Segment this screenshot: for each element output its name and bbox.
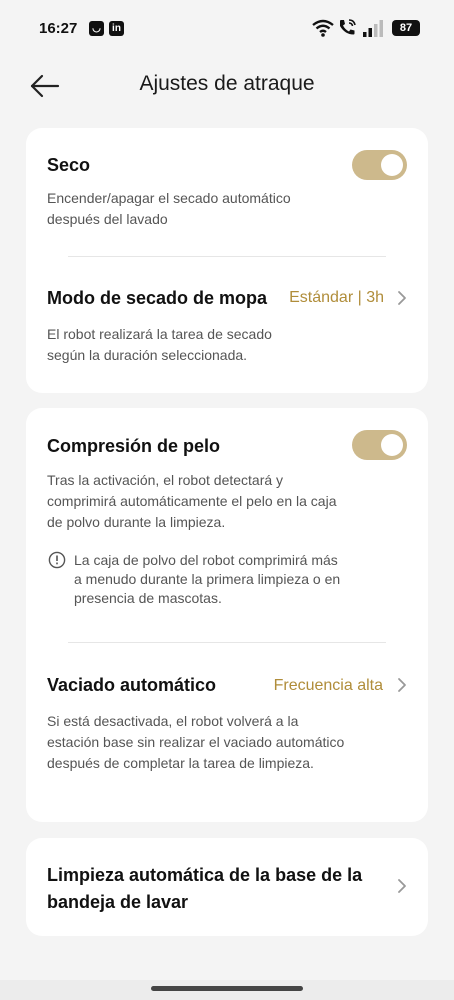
- hair-compression-note: La caja de polvo del robot comprimirá má…: [74, 552, 341, 606]
- battery-indicator: 87: [392, 20, 420, 36]
- mop-dry-mode-title: Modo de secado de mopa: [47, 288, 268, 308]
- wifi-icon: [312, 19, 334, 37]
- auto-empty-title: Vaciado automático: [47, 675, 217, 695]
- dry-description: Encender/apagar el secado automático des…: [47, 190, 291, 227]
- hair-compression-toggle[interactable]: [352, 430, 407, 460]
- dry-title: Seco: [47, 155, 91, 175]
- signal-icon: [363, 20, 383, 37]
- divider: [68, 642, 386, 643]
- card-auto-clean-tray[interactable]: Limpieza automática de la base de la ban…: [26, 838, 428, 936]
- chevron-right-icon: [398, 291, 406, 305]
- dry-toggle[interactable]: [352, 150, 407, 180]
- page-title: Ajustes de atraque: [139, 72, 315, 95]
- card-hair-and-emptying: Compresión de pelo Tras la activación, e…: [26, 408, 428, 822]
- card-drying: Seco Encender/apagar el secado automátic…: [26, 128, 428, 393]
- hair-compression-title: Compresión de pelo: [47, 436, 221, 456]
- status-bar: 16:27 ◡ in 87: [0, 0, 454, 58]
- home-indicator[interactable]: [151, 986, 303, 991]
- hair-compression-description: Tras la activación, el robot detectará y…: [47, 472, 337, 530]
- mop-dry-mode-value: Estándar | 3h: [289, 289, 384, 306]
- toggle-knob: [381, 154, 403, 176]
- linkedin-icon: in: [109, 21, 124, 36]
- toggle-knob: [381, 434, 403, 456]
- mop-dry-mode-description: El robot realizará la tarea de secado se…: [47, 326, 272, 363]
- navigation-bar: [0, 980, 454, 1000]
- chevron-right-icon: [398, 678, 406, 692]
- auto-empty-value: Frecuencia alta: [273, 677, 383, 694]
- chevron-right-icon: [398, 879, 406, 893]
- status-time: 16:27: [39, 20, 78, 37]
- info-icon: [48, 551, 66, 569]
- auto-clean-tray-title: Limpieza automática de la base de la ban…: [47, 865, 363, 912]
- divider: [68, 256, 386, 257]
- wifi-call-icon: [340, 19, 356, 35]
- header: Ajustes de atraque: [0, 58, 454, 114]
- messenger-icon: ◡: [89, 21, 104, 36]
- auto-empty-description: Si está desactivada, el robot volverá a …: [47, 713, 345, 771]
